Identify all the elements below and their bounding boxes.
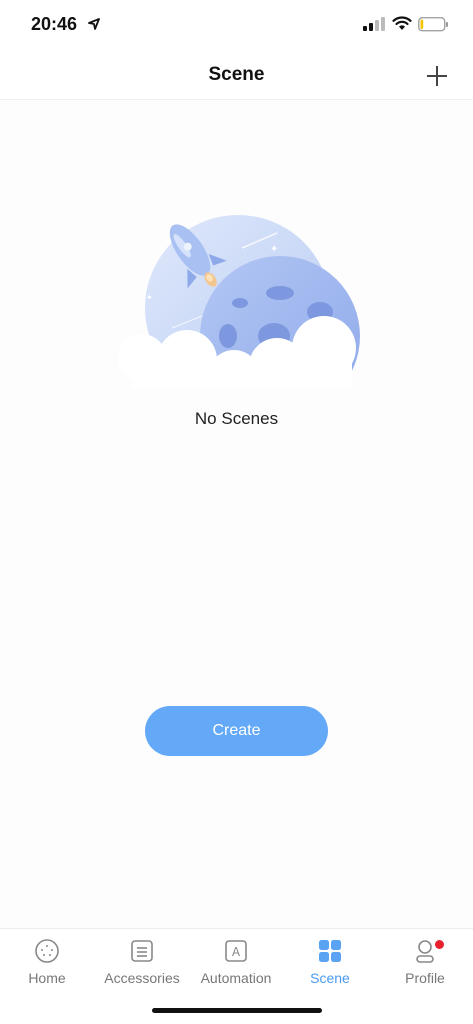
wifi-icon (392, 16, 412, 30)
nav-bar: Scene (0, 52, 473, 100)
battery-icon (418, 17, 448, 32)
status-time: 20:46 (31, 14, 78, 34)
tab-profile[interactable]: Profile (378, 937, 472, 997)
automation-icon: A (225, 940, 247, 962)
svg-text:A: A (232, 945, 241, 959)
status-bar: 20:46 (0, 0, 473, 52)
accessories-icon (131, 940, 153, 962)
rocket-moon-illustration: ✦ ✦ (118, 215, 360, 388)
location-arrow-icon (88, 18, 100, 30)
tab-label: Scene (310, 970, 350, 986)
plus-icon (427, 66, 447, 86)
tab-label: Home (28, 970, 66, 986)
create-scene-button[interactable]: Create (145, 706, 328, 756)
home-icon (35, 939, 59, 963)
tab-label: Profile (405, 970, 445, 986)
tab-label: Automation (200, 970, 272, 986)
home-indicator (152, 1008, 322, 1013)
tab-automation[interactable]: A Automation (189, 937, 283, 997)
tab-scene[interactable]: Scene (283, 937, 377, 997)
empty-state-message: No Scenes (194, 409, 279, 428)
tab-accessories[interactable]: Accessories (95, 937, 189, 997)
cellular-signal-icon (363, 17, 385, 31)
tab-home[interactable]: Home (0, 937, 94, 997)
notification-badge (435, 940, 444, 949)
svg-text:✦: ✦ (270, 244, 278, 255)
add-scene-button[interactable] (424, 63, 450, 89)
tab-label: Accessories (104, 970, 180, 986)
svg-text:✦: ✦ (146, 293, 153, 302)
scene-grid-icon (319, 940, 341, 962)
page-title: Scene (208, 64, 265, 85)
